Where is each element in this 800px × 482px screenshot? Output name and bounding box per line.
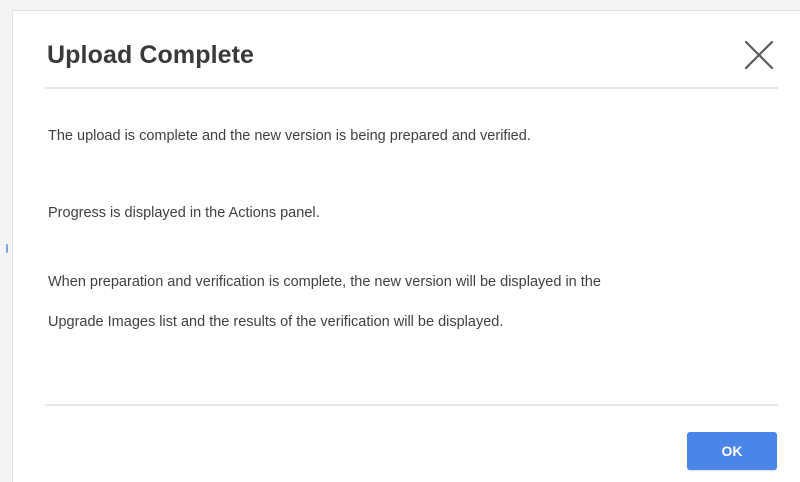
dialog-header: Upload Complete bbox=[13, 11, 800, 91]
upload-complete-dialog: Upload Complete The upload is complete a… bbox=[12, 10, 800, 482]
message-completion-line-1: When preparation and verification is com… bbox=[48, 274, 601, 290]
close-icon bbox=[744, 40, 774, 70]
header-divider bbox=[45, 87, 778, 89]
ok-button[interactable]: OK bbox=[687, 432, 777, 470]
close-button[interactable] bbox=[743, 39, 775, 71]
message-upload-complete: The upload is complete and the new versi… bbox=[48, 128, 531, 144]
background-edge-mark bbox=[6, 244, 8, 253]
dialog-title: Upload Complete bbox=[47, 41, 255, 69]
footer-divider bbox=[45, 404, 778, 406]
message-completion-line-2: Upgrade Images list and the results of t… bbox=[48, 314, 504, 330]
page: Upload Complete The upload is complete a… bbox=[0, 0, 800, 482]
message-progress-location: Progress is displayed in the Actions pan… bbox=[48, 205, 320, 221]
